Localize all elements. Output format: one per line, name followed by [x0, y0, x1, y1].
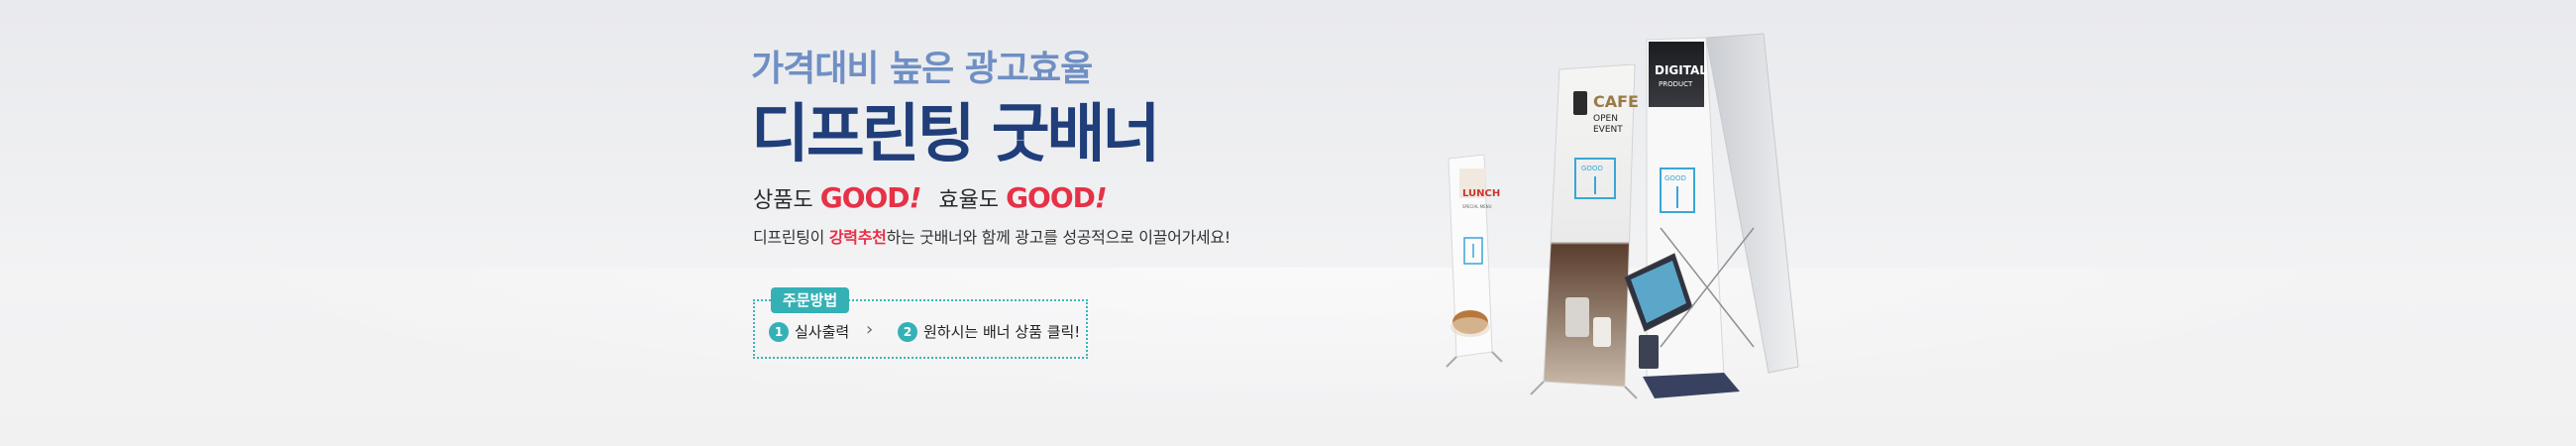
banner1-title: LUNCH — [1462, 188, 1500, 199]
x-banner-lunch: LUNCH SPECIAL MENU — [1446, 154, 1503, 368]
description-highlight: 강력추천 — [828, 228, 887, 247]
step-label-2: 원하시는 배너 상품 클릭! — [923, 323, 1081, 341]
good-text-1: GOOD! — [819, 181, 922, 214]
step-label-1: 실사출력 — [795, 323, 850, 341]
banner-stands-illustration: LUNCH SPECIAL MENU CAFE OPEN EVENT GOOD — [1446, 33, 1799, 399]
order-method-tag: 주문방법 — [771, 287, 850, 313]
banner2-good: GOOD — [1581, 165, 1603, 172]
a-frame-banner-digital: DIGITAL PRODUCT GOOD — [1624, 33, 1799, 398]
order-step-1: 1 실사출력 — [769, 321, 849, 342]
description: 디프린팅이 강력추천하는 굿배너와 함께 광고를 성공적으로 이끌어가세요! — [753, 228, 1231, 247]
promo-banner[interactable]: 가격대비 높은 광고효율 디프린팅 굿배너 상품도 GOOD! 효율도 GOOD!… — [0, 0, 2576, 446]
banner2-title: CAFE — [1593, 92, 1639, 111]
order-method-box: 주문방법 1 실사출력 › 2 원하시는 배너 상품 클릭! — [753, 287, 1088, 359]
step-number-1: 1 — [769, 322, 789, 342]
floor-shadow — [0, 268, 2576, 446]
tagline: 상품도 GOOD! 효율도 GOOD! — [753, 181, 1108, 214]
step-number-2: 2 — [898, 322, 917, 342]
banner2-sub2: EVENT — [1593, 125, 1623, 135]
banner2-sub1: OPEN — [1593, 114, 1618, 124]
order-step-2[interactable]: 2 원하시는 배너 상품 클릭! — [898, 321, 1080, 342]
tagline-part1: 상품도 — [753, 188, 820, 213]
tagline-part2: 효율도 — [938, 188, 1007, 213]
x-banner-cafe: CAFE OPEN EVENT GOOD — [1530, 63, 1639, 399]
banner3-good: GOOD — [1664, 174, 1686, 182]
banner3-title: DIGITAL — [1655, 63, 1707, 77]
banner3-sub: PRODUCT — [1659, 80, 1693, 88]
banner1-sub: SPECIAL MENU — [1462, 204, 1492, 209]
chevron-right-icon: › — [866, 319, 874, 340]
headline-title: 디프린팅 굿배너 — [751, 98, 1160, 171]
good-text-2: GOOD! — [1006, 181, 1108, 214]
